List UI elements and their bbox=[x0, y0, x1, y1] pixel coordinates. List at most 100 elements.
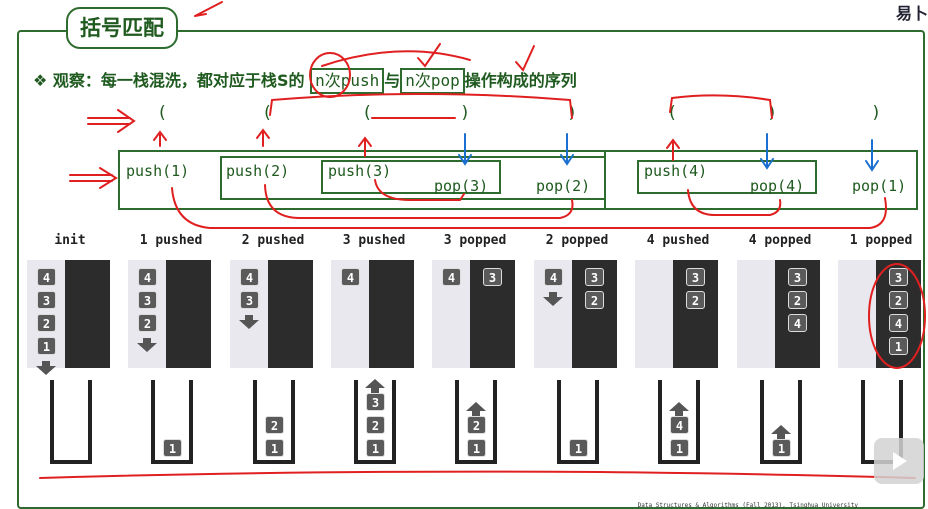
output-badge: 3 bbox=[483, 268, 502, 286]
step-panel-6: 4 3 2 bbox=[534, 260, 617, 368]
stack-container-8: 1 bbox=[760, 380, 802, 464]
step-panel-5: 43 bbox=[432, 260, 515, 368]
step-label-1: init bbox=[54, 233, 86, 248]
pop-count-box: n次pop bbox=[400, 68, 465, 94]
stack-container-5: 21 bbox=[455, 380, 497, 464]
step-panel-9: 3 2 4 1 bbox=[838, 260, 921, 368]
output-badge: 2 bbox=[889, 291, 908, 309]
stack-badge: 1 bbox=[163, 439, 182, 457]
paren-6: ( bbox=[667, 103, 678, 123]
output-badge: 3 bbox=[686, 268, 705, 286]
observation-suffix: 操作构成的序列 bbox=[464, 71, 577, 90]
output-badge: 3 bbox=[788, 268, 807, 286]
observation-prefix: 观察：每一栈混洗，都对应于栈 bbox=[52, 71, 277, 90]
observation-line: ❖ 观察：每一栈混洗，都对应于栈S的 n次push 与 n次pop 操作构成的序列 bbox=[33, 66, 577, 96]
paren-8: ) bbox=[871, 103, 882, 123]
stack-badge: 1 bbox=[467, 439, 486, 457]
stack-badge: 1 bbox=[569, 439, 588, 457]
step-panel-8: 3 2 4 bbox=[737, 260, 820, 368]
input-badge: 4 bbox=[544, 268, 563, 286]
paren-4: ) bbox=[460, 103, 471, 123]
push-arrow-icon bbox=[543, 292, 563, 306]
input-badge: 2 bbox=[138, 314, 157, 332]
input-badge: 4 bbox=[341, 268, 360, 286]
op-3: push(3) bbox=[328, 162, 392, 180]
stack-container-7: 41 bbox=[658, 380, 700, 464]
op-1: push(1) bbox=[126, 162, 190, 180]
input-sequence-area bbox=[635, 260, 673, 368]
stack-container-3: 21 bbox=[253, 380, 295, 464]
output-badge: 1 bbox=[889, 337, 908, 355]
step-panel-2: 4 3 2 bbox=[128, 260, 211, 368]
step-label-9: 1 popped bbox=[849, 233, 913, 248]
output-sequence-area bbox=[369, 260, 414, 368]
output-badge: 2 bbox=[686, 291, 705, 309]
op-6: push(4) bbox=[644, 162, 708, 180]
step-panel-7: 32 bbox=[635, 260, 718, 368]
op-8: pop(1) bbox=[852, 177, 907, 195]
stack-container-6: 1 bbox=[557, 380, 599, 464]
step-label-6: 2 popped bbox=[545, 233, 609, 248]
paren-3: ( bbox=[362, 103, 373, 123]
output-badge: 4 bbox=[889, 314, 908, 332]
output-sequence-area bbox=[166, 260, 211, 368]
input-badge: 3 bbox=[37, 291, 56, 309]
stack-badge: 1 bbox=[670, 439, 689, 457]
step-panel-4: 4 bbox=[331, 260, 414, 368]
push-arrow-icon bbox=[137, 338, 157, 352]
paren-1: ( bbox=[157, 103, 168, 123]
step-label-3: 2 pushed bbox=[241, 233, 305, 248]
stack-badge: 2 bbox=[265, 416, 284, 434]
stack-badge: 2 bbox=[366, 416, 385, 434]
step-panel-3: 43 bbox=[230, 260, 313, 368]
op-2: push(2) bbox=[226, 162, 290, 180]
stack-badge: 3 bbox=[366, 393, 385, 411]
output-badge: 2 bbox=[585, 291, 604, 309]
stack-container-4: 3 2 1 bbox=[354, 379, 396, 464]
paren-5: ) bbox=[567, 103, 578, 123]
output-sequence-area bbox=[268, 260, 313, 368]
step-label-5: 3 popped bbox=[443, 233, 507, 248]
paren-2: ( bbox=[262, 103, 273, 123]
input-badge: 3 bbox=[138, 291, 157, 309]
input-badge: 3 bbox=[240, 291, 259, 309]
output-badge: 2 bbox=[788, 291, 807, 309]
stack-container-2: 1 bbox=[151, 380, 193, 464]
paren-7: ) bbox=[767, 103, 778, 123]
input-badge: 4 bbox=[442, 268, 461, 286]
pop-arrow-icon bbox=[466, 402, 486, 416]
pop-arrow-icon bbox=[669, 402, 689, 416]
observation-mid1: 的 bbox=[288, 71, 305, 90]
pop-arrow-icon bbox=[365, 379, 385, 393]
op-5: pop(2) bbox=[536, 177, 591, 195]
input-badge: 2 bbox=[37, 314, 56, 332]
corner-handwriting: 易卜 bbox=[895, 4, 928, 23]
input-badge: 4 bbox=[37, 268, 56, 286]
output-badge: 4 bbox=[788, 314, 807, 332]
stack-container-1 bbox=[50, 380, 92, 464]
observation-mid2: 与 bbox=[384, 71, 401, 90]
slide-title: 括号匹配 bbox=[66, 7, 178, 49]
step-label-7: 4 pushed bbox=[646, 233, 710, 248]
push-arrow-icon bbox=[239, 315, 259, 329]
stack-badge: 1 bbox=[366, 439, 385, 457]
step-label-4: 3 pushed bbox=[342, 233, 406, 248]
stack-badge: 4 bbox=[670, 416, 689, 434]
output-badge: 3 bbox=[889, 268, 908, 286]
output-sequence-area bbox=[65, 260, 110, 368]
op-4: pop(3) bbox=[434, 177, 489, 195]
push-count-box: n次push bbox=[310, 68, 385, 94]
stack-badge: 2 bbox=[467, 416, 486, 434]
push-arrow-icon bbox=[36, 361, 56, 375]
step-panel-1: 4 3 2 1 bbox=[27, 260, 110, 375]
stack-badge: 1 bbox=[265, 439, 284, 457]
play-button-icon[interactable] bbox=[874, 438, 924, 484]
op-7: pop(4) bbox=[750, 177, 805, 195]
input-badge: 4 bbox=[138, 268, 157, 286]
input-sequence-area bbox=[737, 260, 775, 368]
input-badge: 1 bbox=[37, 337, 56, 355]
input-sequence-area bbox=[838, 260, 876, 368]
input-badge: 4 bbox=[240, 268, 259, 286]
stack-name: S bbox=[276, 71, 289, 90]
step-label-2: 1 pushed bbox=[139, 233, 203, 248]
